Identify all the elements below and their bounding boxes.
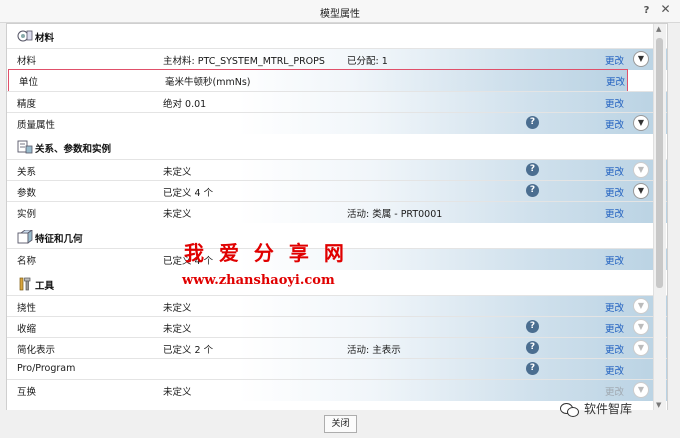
change-link[interactable]: 更改 <box>605 253 624 267</box>
info-icon[interactable]: ? <box>526 320 539 333</box>
row-parameters: 参数 已定义 4 个 ? 更改 ▼ <box>7 180 667 202</box>
change-link[interactable]: 更改 <box>605 164 624 178</box>
row-label: 挠性 <box>17 303 37 314</box>
chevron-down-icon[interactable]: ▼ <box>633 51 649 67</box>
row-label: Pro/Program <box>17 363 76 374</box>
row-value: 绝对 0.01 <box>163 99 207 110</box>
row-pro-program: Pro/Program ? 更改 <box>7 358 667 380</box>
properties-panel: 材料 材料 主材料: PTC_SYSTEM_MTRL_PROPS 已分配: 1 … <box>6 23 668 411</box>
section-materials: 材料 <box>7 26 667 46</box>
help-icon[interactable]: ? <box>639 3 654 18</box>
row-value: 未定义 <box>163 387 192 398</box>
section-tools: 工具 <box>7 274 667 294</box>
chevron-down-icon[interactable]: ▼ <box>633 115 649 131</box>
vertical-scrollbar[interactable]: ▲ ▼ <box>653 24 666 410</box>
row-label: 收缩 <box>17 324 37 335</box>
info-icon[interactable]: ? <box>526 163 539 176</box>
change-link[interactable]: 更改 <box>605 206 624 220</box>
change-link[interactable]: 更改 <box>605 363 624 377</box>
title-bar: 模型属性 ? ✕ <box>0 0 680 23</box>
section-title: 材料 <box>35 33 55 44</box>
change-link[interactable]: 更改 <box>605 321 624 335</box>
change-link[interactable]: 更改 <box>605 53 624 67</box>
info-icon[interactable]: ? <box>526 341 539 354</box>
scroll-down-icon[interactable]: ▼ <box>656 401 661 409</box>
row-value: 毫米牛顿秒(mmNs) <box>165 77 251 88</box>
row-interchange: 互换 未定义 更改 ▼ <box>7 379 667 401</box>
row-label: 参数 <box>17 188 37 199</box>
row-label: 实例 <box>17 209 37 220</box>
info-icon[interactable]: ? <box>526 116 539 129</box>
row-relations: 关系 未定义 ? 更改 ▼ <box>7 159 667 181</box>
row-status: 活动: 类属 - PRT0001 <box>347 209 443 220</box>
row-instances: 实例 未定义 活动: 类属 - PRT0001 更改 <box>7 201 667 223</box>
section-relations: 关系、参数和实例 <box>7 137 667 157</box>
chevron-down-icon: ▼ <box>633 298 649 314</box>
section-title: 特征和几何 <box>35 234 83 245</box>
change-link[interactable]: 更改 <box>605 342 624 356</box>
relations-icon <box>17 140 33 154</box>
tools-icon <box>19 277 31 291</box>
row-value: 未定义 <box>163 167 192 178</box>
row-flexibility: 挠性 未定义 更改 ▼ <box>7 295 667 317</box>
row-value: 未定义 <box>163 324 192 335</box>
row-label: 质量属性 <box>17 120 56 131</box>
section-title: 关系、参数和实例 <box>35 144 112 155</box>
close-icon[interactable]: ✕ <box>658 2 673 17</box>
change-link[interactable]: 更改 <box>606 74 625 88</box>
info-icon[interactable]: ? <box>526 362 539 375</box>
features-icon <box>17 230 33 244</box>
chevron-down-icon: ▼ <box>633 340 649 356</box>
row-value: 未定义 <box>163 303 192 314</box>
row-status: 活动: 主表示 <box>347 345 401 356</box>
row-units: 单位 毫米牛顿秒(mmNs) 更改 <box>8 69 628 92</box>
row-value: 已定义 2 个 <box>163 345 214 356</box>
window-title: 模型属性 <box>320 9 360 20</box>
row-value: 未定义 <box>163 209 192 220</box>
change-link[interactable]: 更改 <box>605 185 624 199</box>
chevron-down-icon: ▼ <box>633 162 649 178</box>
row-simplified-rep: 简化表示 已定义 2 个 活动: 主表示 ? 更改 ▼ <box>7 337 667 359</box>
section-title: 工具 <box>35 281 55 292</box>
chevron-down-icon: ▼ <box>633 382 649 398</box>
row-label: 名称 <box>17 256 37 267</box>
watermark-title: 我 爱 分 享 网 <box>184 241 348 265</box>
change-link[interactable]: 更改 <box>605 300 624 314</box>
scrollbar-thumb[interactable] <box>656 38 663 288</box>
row-status: 已分配: 1 <box>347 56 388 67</box>
row-shrinkage: 收缩 未定义 ? 更改 ▼ <box>7 316 667 338</box>
row-label: 互换 <box>17 387 37 398</box>
wechat-icon <box>560 402 580 417</box>
row-label: 精度 <box>17 99 37 110</box>
close-button[interactable]: 关闭 <box>324 415 357 433</box>
change-link[interactable]: 更改 <box>605 117 624 131</box>
materials-icon <box>17 30 33 42</box>
row-value: 已定义 4 个 <box>163 188 214 199</box>
watermark-brand-text: 软件智库 <box>584 402 633 416</box>
change-link[interactable]: 更改 <box>605 96 624 110</box>
change-link: 更改 <box>605 387 625 398</box>
row-mass: 质量属性 ? 更改 ▼ <box>7 112 667 134</box>
row-material: 材料 主材料: PTC_SYSTEM_MTRL_PROPS 已分配: 1 更改 … <box>7 48 667 70</box>
row-label: 关系 <box>17 167 37 178</box>
watermark-brand: 软件智库 <box>560 400 632 417</box>
row-label: 单位 <box>19 77 39 88</box>
chevron-down-icon: ▼ <box>633 319 649 335</box>
row-label: 材料 <box>17 56 37 67</box>
row-value: 主材料: PTC_SYSTEM_MTRL_PROPS <box>163 56 325 67</box>
row-label: 简化表示 <box>17 345 56 356</box>
row-accuracy: 精度 绝对 0.01 更改 <box>7 91 667 113</box>
info-icon[interactable]: ? <box>526 184 539 197</box>
scroll-up-icon[interactable]: ▲ <box>656 25 661 33</box>
chevron-down-icon[interactable]: ▼ <box>633 183 649 199</box>
watermark-url: www.zhanshaoyi.com <box>182 273 335 288</box>
